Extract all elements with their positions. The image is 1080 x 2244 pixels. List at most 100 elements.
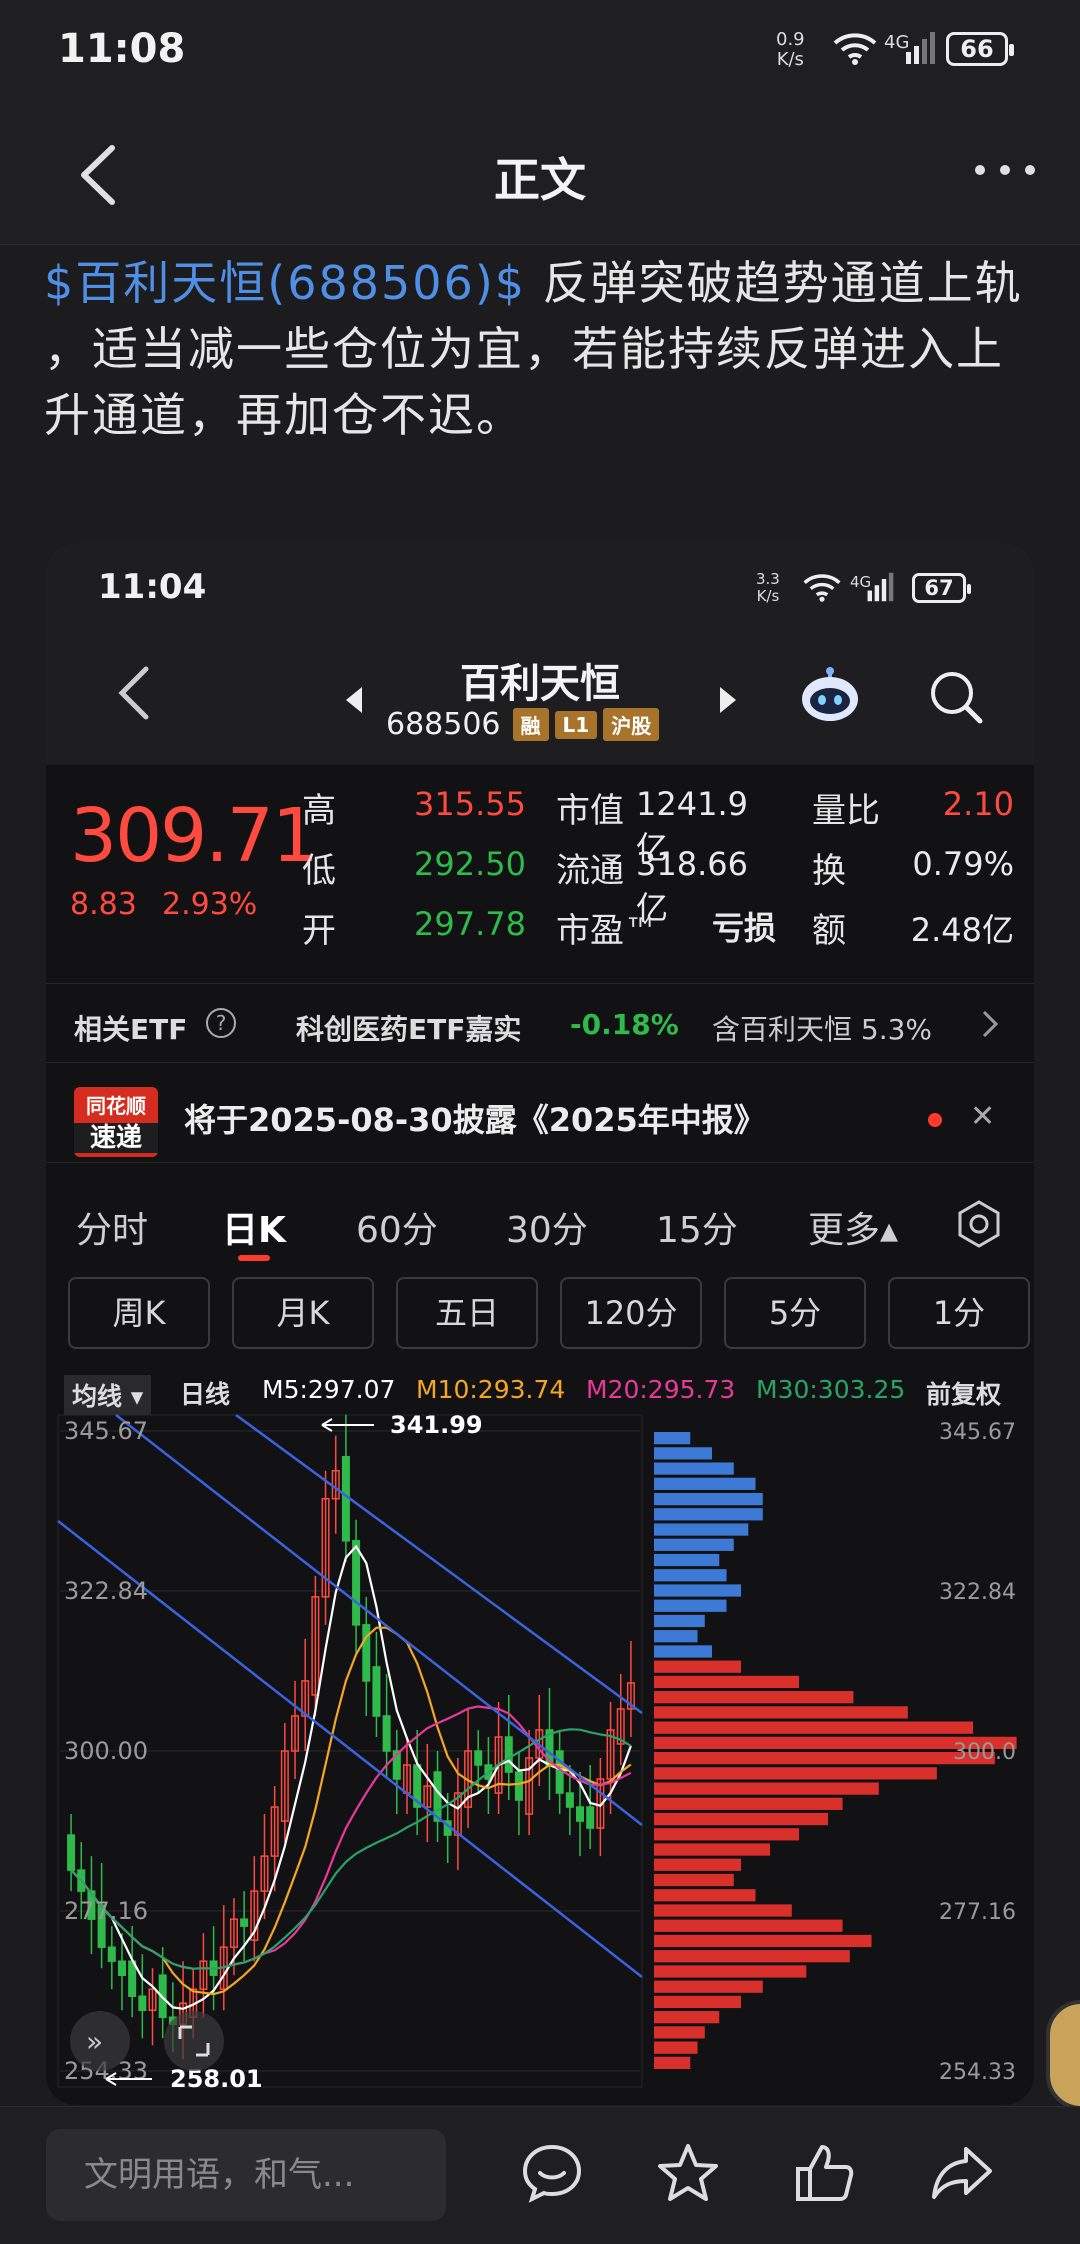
volume-profile-bar — [654, 1599, 727, 1612]
news-alert-row[interactable]: 同花顺 速递 将于2025-08-30披露《2025年中报》 ✕ — [46, 1063, 1034, 1163]
related-etf-row[interactable]: 相关ETF ? 科创医药ETF嘉实 -0.18% 含百利天恒 5.3% — [46, 983, 1034, 1063]
news-logo: 同花顺 速递 — [74, 1087, 158, 1157]
tab-5min[interactable]: 5分 — [724, 1277, 866, 1349]
wifi-icon — [833, 33, 877, 65]
volume-profile-bar — [654, 1584, 742, 1597]
volume-profile-bar — [654, 2011, 720, 2024]
amount-value: 2.48亿 — [910, 911, 1014, 949]
tab-weekly-k[interactable]: 周K — [68, 1277, 210, 1349]
tab-five-day[interactable]: 五日 — [396, 1277, 538, 1349]
help-icon[interactable]: ? — [206, 1008, 236, 1038]
volume-profile-bar — [654, 2026, 705, 2039]
price-change-pct: 2.93% — [162, 887, 258, 922]
margin-tag: 融 — [512, 708, 549, 741]
tab-monthly-k[interactable]: 月K — [232, 1277, 374, 1349]
robot-assistant-icon[interactable] — [798, 663, 862, 727]
pe-value: 亏损 — [711, 909, 776, 947]
ma-selector[interactable]: 均线 ▾ — [64, 1375, 152, 1415]
close-icon[interactable]: ✕ — [970, 1099, 995, 1134]
double-chevron-icon: » — [86, 2025, 103, 2058]
volume-profile-bar — [654, 1447, 713, 1460]
volume-profile-bar — [654, 1721, 974, 1734]
post-body: $百利天恒(688506)$ 反弹突破趋势通道上轨 ，适当减一些仓位为宜，若能持… — [44, 250, 1044, 448]
candle-body — [576, 1806, 585, 1822]
tab-30min[interactable]: 30分 — [506, 1201, 588, 1253]
volume-profile-bar — [654, 1553, 720, 1567]
turnover-label: 换 — [812, 851, 846, 891]
y-tick-label: 277.16 — [64, 1897, 148, 1925]
candle-body — [514, 1771, 523, 1801]
unread-dot — [928, 1113, 942, 1127]
volume-profile-bar — [654, 1919, 843, 1932]
battery-indicator: 66 — [946, 32, 1014, 66]
pe-label: 市盈™ — [556, 911, 658, 951]
volume-profile-bar — [654, 1462, 734, 1475]
screenshot-time: 11:04 — [98, 567, 207, 607]
etf-fund-change: -0.18% — [570, 1008, 679, 1041]
attached-screenshot[interactable]: 11:04 3.3 K/s 4G 67 百利天恒 688506 融 L1 沪股 — [46, 543, 1034, 2105]
trend-channel — [57, 1413, 643, 1978]
volume-profile-bar — [654, 1767, 937, 1780]
candlestick-chart[interactable]: 345.67 345.67 322.84 322.84 300.00 300.0 277.1… — [46, 1411, 1034, 2105]
profile-tick-label: 254.33 — [939, 2060, 1016, 2085]
y-tick-label: 300.00 — [64, 1737, 148, 1765]
screenshot-battery: 67 — [912, 573, 971, 603]
next-stock-icon[interactable] — [716, 685, 740, 715]
chevron-right-icon[interactable] — [980, 1008, 1000, 1040]
tab-60min[interactable]: 60分 — [356, 1201, 438, 1253]
profile-tick-label: 322.84 — [939, 1580, 1016, 1605]
volume-profile-bar — [654, 1873, 734, 1887]
adjust-mode[interactable]: 前复权 — [926, 1375, 1001, 1411]
candle-body — [352, 1540, 361, 1626]
volume-profile-bar — [654, 1432, 691, 1445]
amount-label: 额 — [812, 911, 846, 951]
floating-avatar[interactable] — [1046, 2000, 1080, 2110]
tab-daily-k[interactable]: 日K — [222, 1201, 286, 1253]
stock-code: 688506 — [386, 707, 501, 742]
volume-profile-bar — [654, 1645, 713, 1658]
status-bar: 11:08 0.9 K/s 4G 66 — [0, 0, 1080, 100]
like-icon[interactable] — [792, 2141, 856, 2205]
search-icon[interactable] — [926, 667, 986, 727]
comment-icon[interactable] — [520, 2141, 584, 2205]
post-line-1: $百利天恒(688506)$ 反弹突破趋势通道上轨 — [44, 256, 1023, 310]
post-line-3: 升通道，再加仓不迟。 — [44, 388, 524, 442]
candle-body — [128, 1960, 137, 1997]
candle-body — [362, 1624, 371, 1682]
open-value: 297.78 — [414, 905, 526, 943]
candle-body — [586, 1806, 595, 1829]
volume-profile-bar — [654, 1477, 756, 1490]
tab-15min[interactable]: 15分 — [656, 1201, 738, 1253]
ma10-value: M10:293.74 — [416, 1375, 566, 1404]
net-speed: 0.9 K/s — [776, 29, 805, 70]
volume-profile-bar — [654, 1858, 742, 1871]
stock-link[interactable]: $百利天恒(688506)$ — [44, 256, 526, 310]
volume-profile-bar — [654, 1630, 698, 1643]
bottom-bar: 文明用语，和气... — [0, 2106, 1080, 2244]
tab-more[interactable]: 更多▴ — [808, 1201, 898, 1253]
candle-body — [555, 1750, 564, 1794]
volume-profile-bar — [654, 1691, 854, 1704]
ma5-value: M5:297.07 — [262, 1375, 396, 1404]
turnover-value: 0.79% — [912, 845, 1014, 883]
volume-profile-bar — [654, 1965, 807, 1978]
vol-ratio-label: 量比 — [812, 791, 880, 831]
volume-profile-bar — [654, 1538, 734, 1551]
comment-input[interactable]: 文明用语，和气... — [46, 2129, 446, 2221]
star-icon[interactable] — [656, 2141, 720, 2205]
settings-hexagon-icon[interactable] — [954, 1199, 1004, 1249]
candle-body — [240, 1918, 249, 1927]
fullscreen-button[interactable] — [164, 2011, 224, 2071]
volume-profile-bar — [654, 1660, 742, 1673]
volume-profile-bar — [654, 1889, 756, 1902]
share-icon[interactable] — [930, 2143, 994, 2203]
etf-holding: 含百利天恒 5.3% — [712, 1013, 933, 1046]
tab-1min[interactable]: 1分 — [888, 1277, 1030, 1349]
tab-intraday[interactable]: 分时 — [76, 1201, 148, 1253]
tab-120min[interactable]: 120分 — [560, 1277, 702, 1349]
volume-profile-bar — [654, 2041, 698, 2054]
volume-profile-bar — [654, 1492, 763, 1506]
volume-profile-bar — [654, 1950, 850, 1963]
stock-code-row: 688506 融 L1 沪股 — [386, 707, 660, 742]
more-horizontal-icon[interactable] — [970, 150, 1040, 190]
